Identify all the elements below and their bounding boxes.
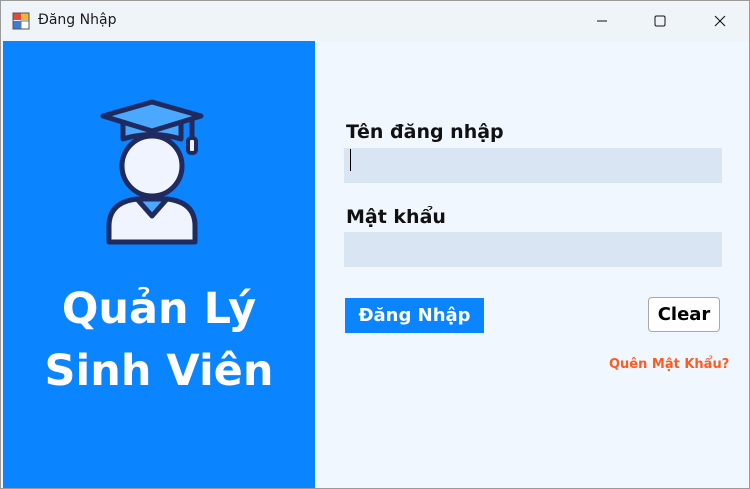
- forgot-password-link[interactable]: Quên Mật Khẩu?: [609, 357, 729, 372]
- password-input[interactable]: [344, 232, 722, 267]
- window-title: Đăng Nhập: [38, 12, 117, 28]
- close-button[interactable]: [691, 1, 749, 40]
- maximize-button[interactable]: [631, 1, 689, 40]
- app-title-line1: Quản Lý: [61, 284, 257, 334]
- username-input[interactable]: [344, 148, 722, 183]
- password-label: Mật khẩu: [346, 206, 446, 228]
- text-cursor: [350, 149, 351, 171]
- clear-button[interactable]: Clear: [648, 297, 720, 332]
- branding-panel: Quản Lý Sinh Viên: [3, 41, 315, 488]
- app-icon: [12, 12, 30, 30]
- login-button[interactable]: Đăng Nhập: [345, 298, 484, 333]
- login-form: Tên đăng nhập Mật khẩu Đăng Nhập Clear Q…: [315, 41, 749, 488]
- minimize-icon: [597, 20, 607, 21]
- login-window: Đăng Nhập Quản Lý Sinh Viên Tên đăng nhậ…: [0, 0, 750, 489]
- minimize-button[interactable]: [573, 1, 631, 40]
- app-title-line2: Sinh Viên: [44, 346, 274, 396]
- title-bar: Đăng Nhập: [1, 1, 749, 40]
- maximize-icon: [654, 15, 666, 26]
- username-label: Tên đăng nhập: [346, 121, 504, 143]
- graduate-student-icon: [100, 99, 204, 245]
- close-icon: [714, 15, 726, 26]
